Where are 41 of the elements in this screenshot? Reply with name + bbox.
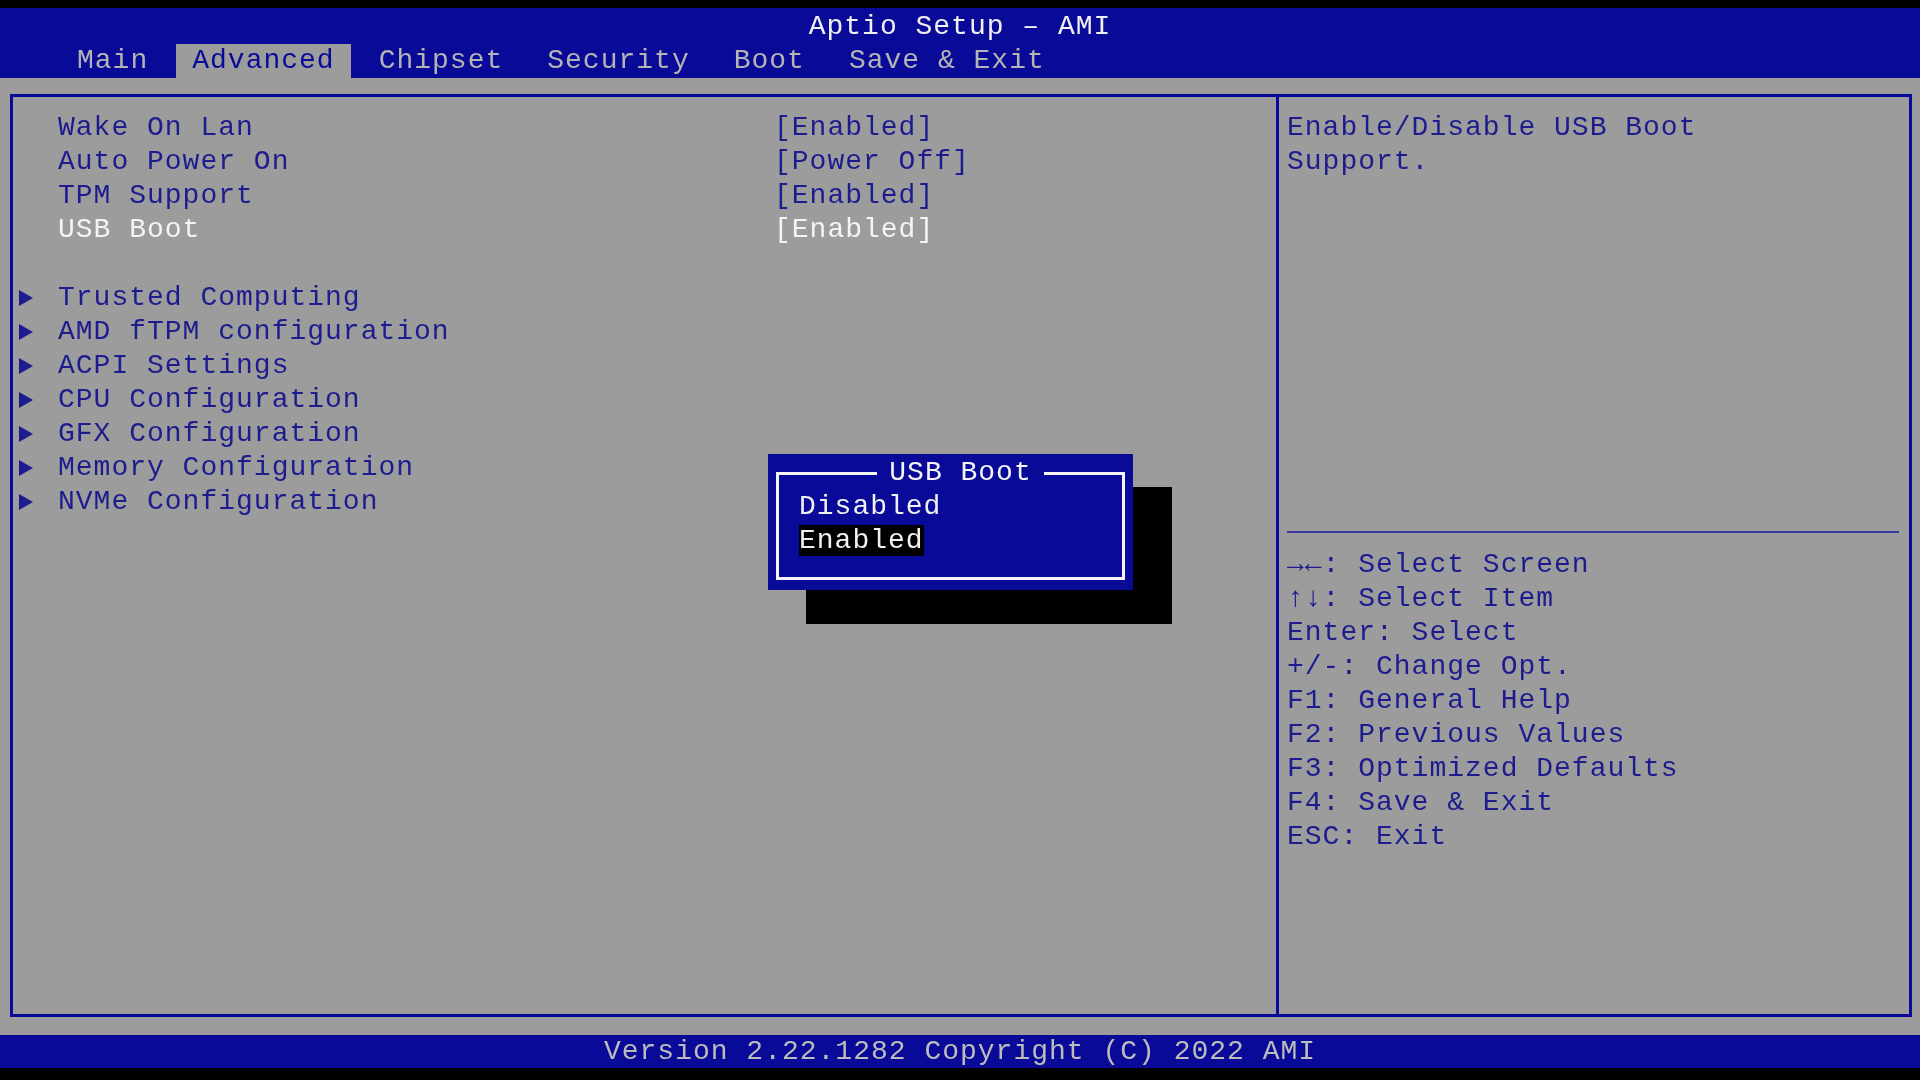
setting-value[interactable]: [Enabled] bbox=[774, 179, 935, 213]
menu-tab[interactable]: Save & Exit bbox=[832, 44, 1061, 78]
menu-tab[interactable]: Chipset bbox=[362, 44, 520, 78]
setting-label[interactable]: GFX Configuration bbox=[58, 417, 774, 451]
submenu-arrow-icon bbox=[19, 460, 33, 476]
setting-label[interactable]: USB Boot bbox=[58, 213, 774, 247]
key-hint: ESC: Exit bbox=[1287, 820, 1449, 854]
setting-value[interactable]: [Power Off] bbox=[774, 145, 970, 179]
submenu-arrow-icon bbox=[19, 290, 33, 306]
key-hint: ↑↓: Select Item bbox=[1287, 582, 1556, 616]
menu-tab[interactable]: Main bbox=[61, 44, 165, 78]
key-hint: F3: Optimized Defaults bbox=[1287, 752, 1680, 786]
key-hint: Enter: Select bbox=[1287, 616, 1520, 650]
menu-tab[interactable]: Security bbox=[531, 44, 706, 78]
key-hint: F4: Save & Exit bbox=[1287, 786, 1556, 820]
window-title: Aptio Setup – AMI bbox=[807, 10, 1113, 44]
menu-tab[interactable]: Advanced bbox=[176, 44, 351, 78]
option-item[interactable]: Disabled bbox=[799, 491, 942, 522]
dialog-title: USB Boot bbox=[888, 456, 1033, 490]
help-text: Enable/Disable USB Boot Support. bbox=[1287, 111, 1698, 179]
setting-label[interactable]: Wake On Lan bbox=[58, 111, 774, 145]
menu-tab[interactable]: Boot bbox=[717, 44, 821, 78]
setting-label[interactable]: CPU Configuration bbox=[58, 383, 774, 417]
version-text: Version 2.22.1282 Copyright (C) 2022 AMI bbox=[603, 1034, 1317, 1069]
key-hint: F2: Previous Values bbox=[1287, 718, 1627, 752]
key-hint: →←: Select Screen bbox=[1287, 548, 1591, 582]
setting-value[interactable]: [Enabled] bbox=[774, 213, 935, 247]
setting-label[interactable]: AMD fTPM configuration bbox=[58, 315, 774, 349]
submenu-arrow-icon bbox=[19, 426, 33, 442]
submenu-arrow-icon bbox=[19, 392, 33, 408]
option-item[interactable]: Enabled bbox=[799, 525, 924, 556]
setting-value[interactable]: [Enabled] bbox=[774, 111, 935, 145]
submenu-arrow-icon bbox=[19, 358, 33, 374]
key-hint: F1: General Help bbox=[1287, 684, 1573, 718]
setting-label[interactable]: TPM Support bbox=[58, 179, 774, 213]
key-hint: +/-: Change Opt. bbox=[1287, 650, 1573, 684]
setting-label[interactable]: Trusted Computing bbox=[58, 281, 774, 315]
setting-label[interactable]: ACPI Settings bbox=[58, 349, 774, 383]
submenu-arrow-icon bbox=[19, 324, 33, 340]
submenu-arrow-icon bbox=[19, 494, 33, 510]
setting-label[interactable]: Auto Power On bbox=[58, 145, 774, 179]
